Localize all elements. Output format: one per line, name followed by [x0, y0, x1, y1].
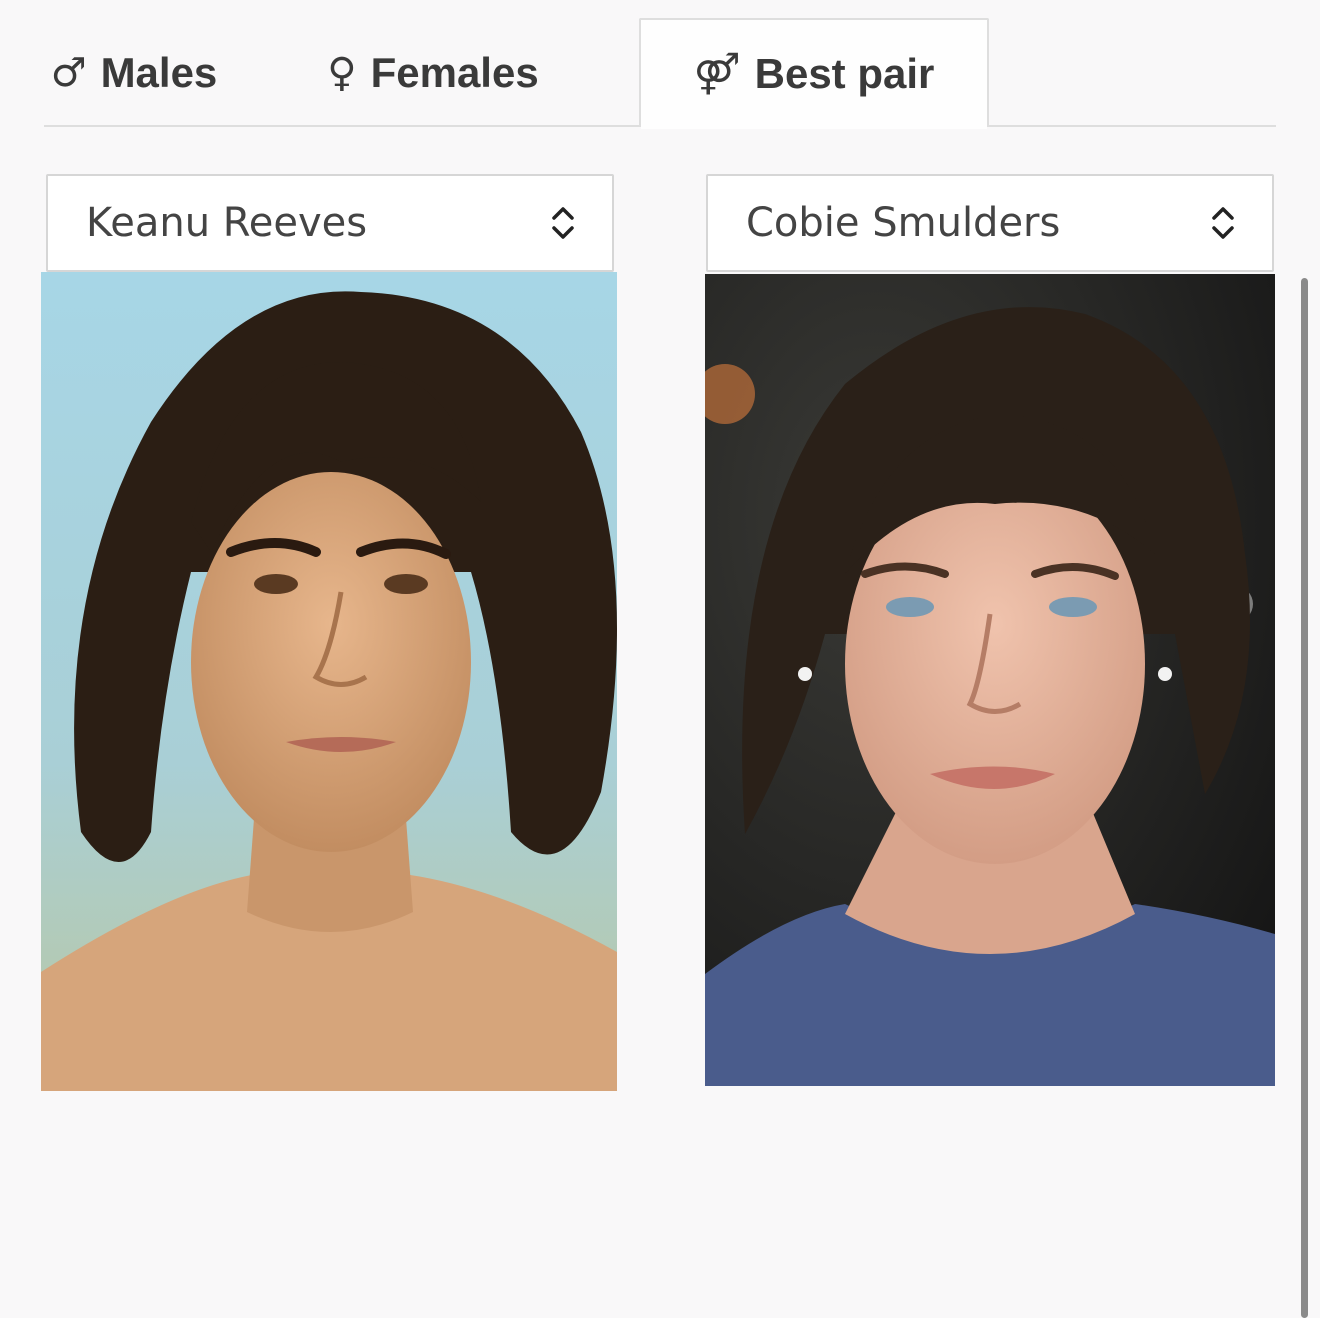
updown-chevron-icon: [552, 207, 574, 239]
gender-tabs: ♂ Males ♀ Females ⚤ Best pair: [44, 18, 1276, 129]
female-selector[interactable]: Cobie Smulders: [706, 174, 1274, 272]
tab-females-label: Females: [370, 48, 539, 96]
couple-symbol-icon: ⚤: [693, 50, 741, 97]
tab-females[interactable]: ♀ Females: [318, 18, 548, 127]
tab-males[interactable]: ♂ Males: [44, 18, 224, 127]
tab-best-pair-label: Best pair: [754, 49, 935, 97]
female-portrait-image: [705, 274, 1275, 1086]
updown-chevron-icon: [1212, 207, 1234, 239]
tab-males-label: Males: [100, 48, 218, 96]
female-selector-value: Cobie Smulders: [746, 200, 1061, 246]
female-photo: [705, 274, 1275, 1086]
female-symbol-icon: ♀: [327, 49, 357, 96]
male-photo: [41, 272, 617, 1091]
male-selector-value: Keanu Reeves: [86, 200, 368, 246]
vertical-scrollbar[interactable]: [1300, 278, 1310, 1318]
tab-best-pair[interactable]: ⚤ Best pair: [639, 18, 989, 129]
best-pair-page: ♂ Males ♀ Females ⚤ Best pair Keanu Reev…: [0, 0, 1320, 1318]
scrollbar-thumb[interactable]: [1301, 278, 1308, 1318]
male-selector[interactable]: Keanu Reeves: [46, 174, 614, 272]
male-symbol-icon: ♂: [50, 49, 87, 96]
male-portrait-image: [41, 272, 617, 1091]
